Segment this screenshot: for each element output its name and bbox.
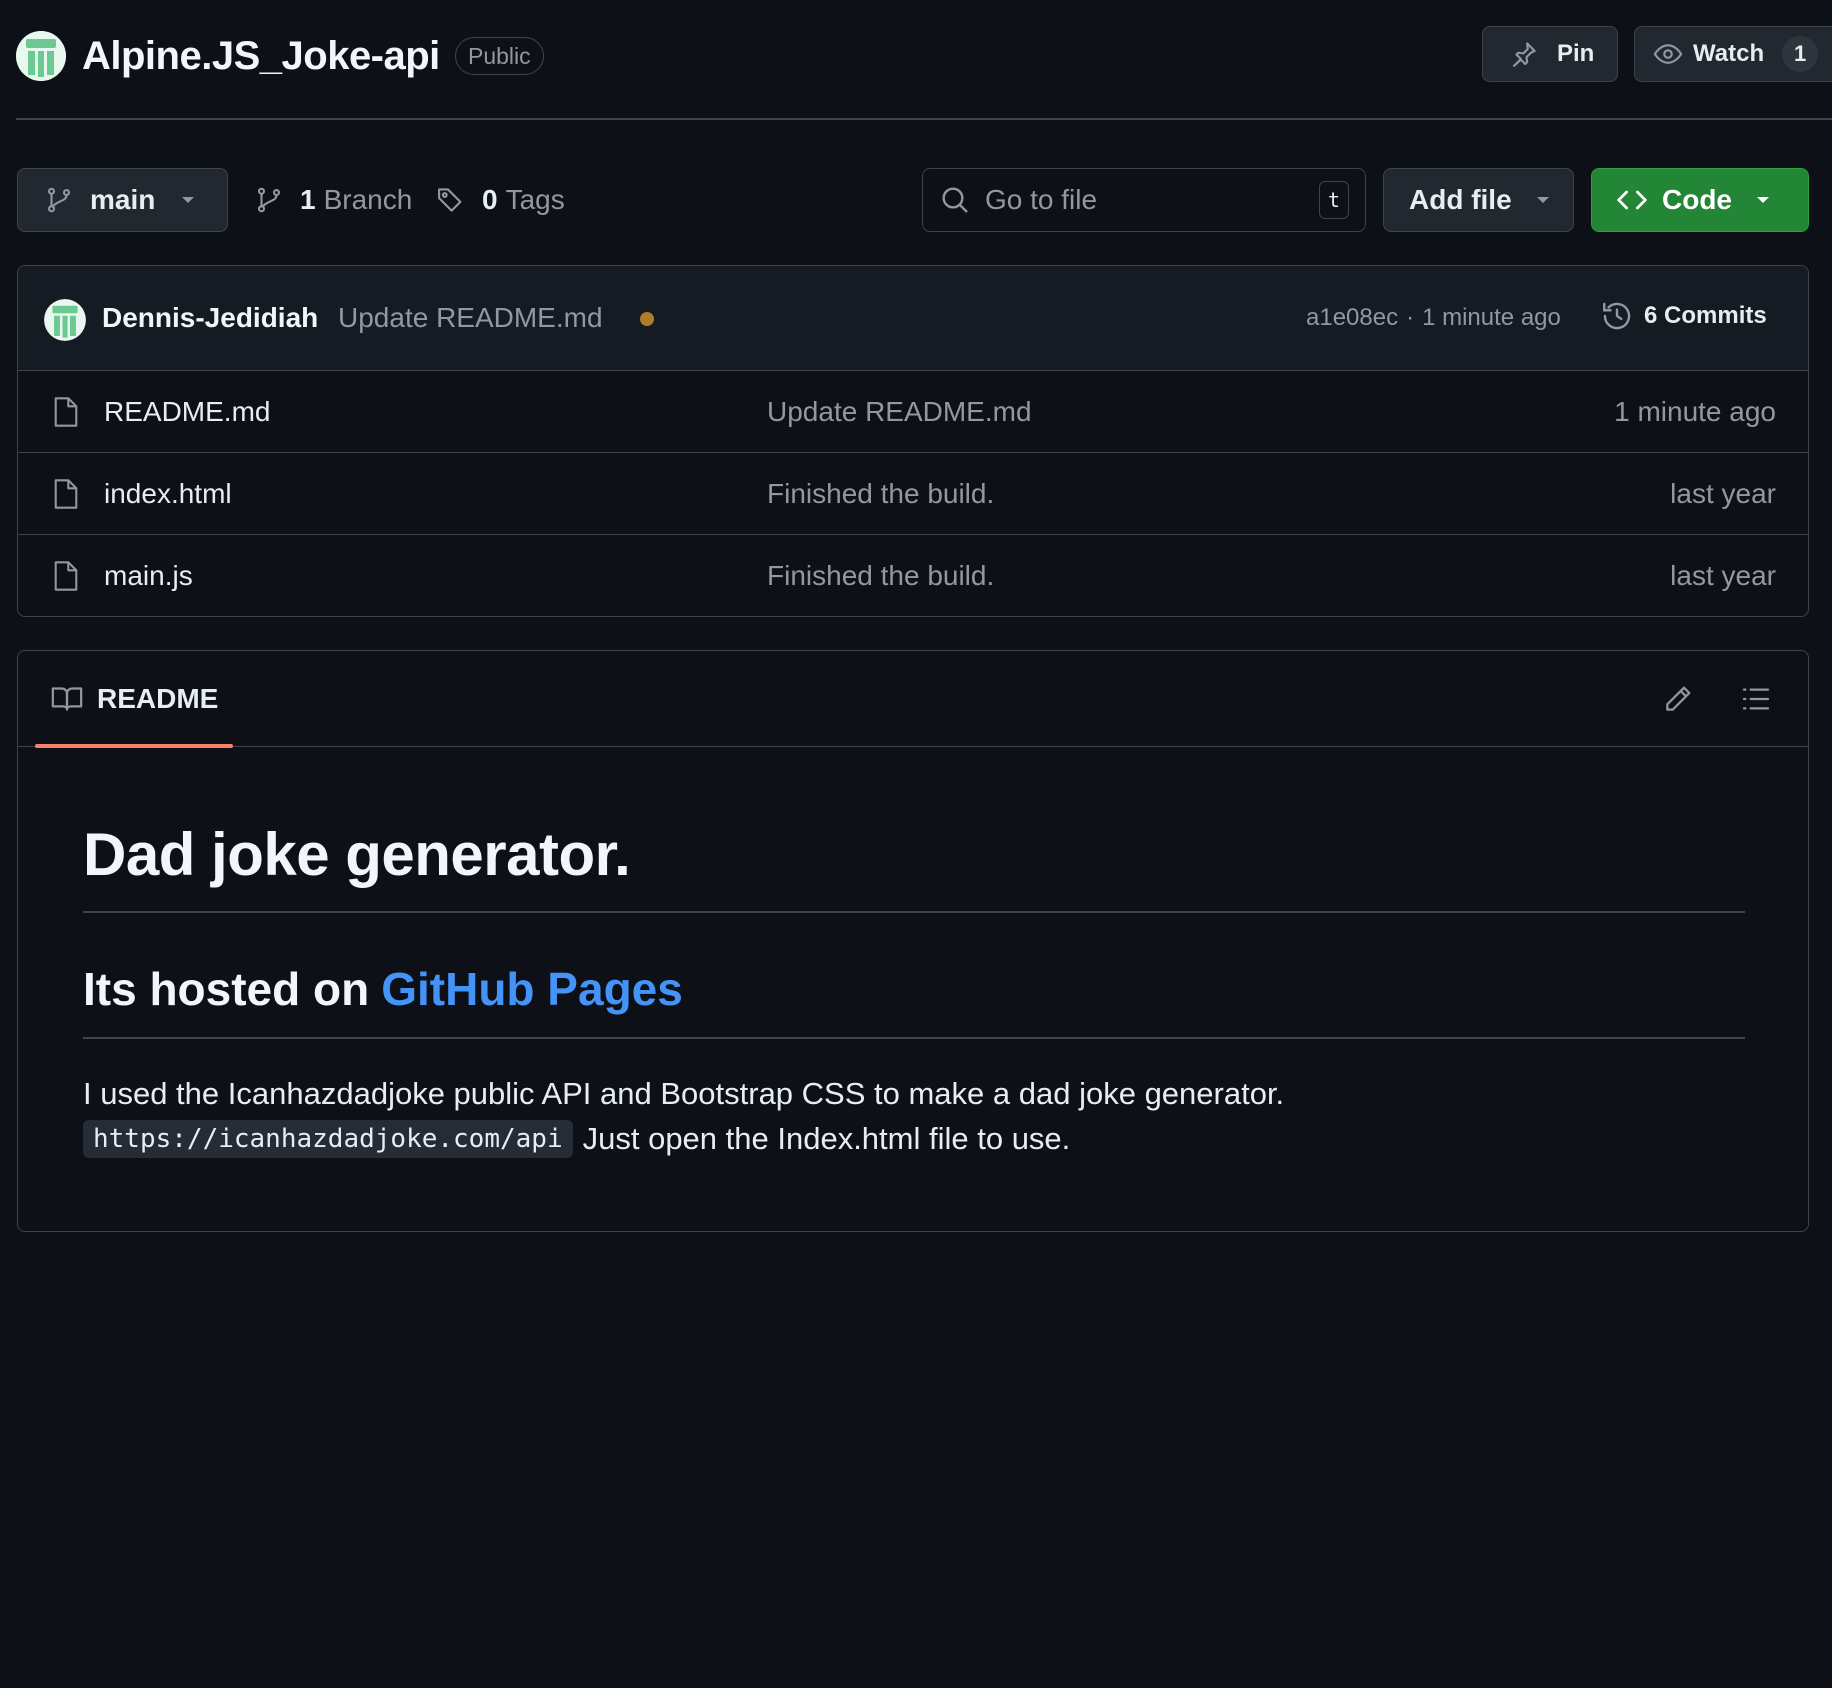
tag-icon	[436, 185, 466, 215]
readme-tab-label: README	[97, 683, 219, 714]
file-commit-time: 1 minute ago	[1614, 396, 1776, 427]
h1-divider	[83, 911, 1745, 913]
file-row[interactable]: README.md Update README.md 1 minute ago	[18, 371, 1808, 453]
github-pages-link[interactable]: GitHub Pages	[381, 961, 683, 1017]
visibility-badge: Public	[455, 37, 544, 75]
branch-word: Branch	[323, 184, 413, 215]
file-commit-time: last year	[1670, 560, 1776, 591]
readme-h1: Dad joke generator.	[83, 821, 631, 888]
history-icon	[1600, 299, 1634, 333]
watch-count: 1	[1782, 36, 1819, 72]
pin-button[interactable]: Pin	[1482, 26, 1618, 82]
git-branch-icon	[254, 185, 284, 215]
branches-link[interactable]: 1 Branch	[254, 182, 412, 218]
readme-paragraph-line2: https://icanhazdadjoke.com/api Just open…	[83, 1120, 1070, 1158]
code-icon	[1616, 184, 1648, 216]
commit-author[interactable]: Dennis-Jedidiah	[102, 302, 318, 334]
file-icon	[52, 478, 80, 510]
search-input[interactable]: Go to file	[985, 184, 1319, 216]
file-icon	[52, 560, 80, 592]
file-name[interactable]: main.js	[104, 560, 193, 592]
latest-commit-bar: Dennis-Jedidiah Update README.md a1e08ec…	[18, 266, 1808, 371]
outline-list-icon[interactable]	[1740, 683, 1772, 715]
commit-hash[interactable]: a1e08ec	[1306, 304, 1398, 332]
file-search[interactable]: Go to file t	[922, 168, 1366, 232]
commit-meta-separator: ·	[1406, 304, 1415, 331]
readme-header: README	[18, 651, 1808, 748]
commit-time: 1 minute ago	[1422, 304, 1561, 331]
readme-body: Dad joke generator. Its hosted on GitHub…	[83, 747, 1745, 1227]
branch-name: main	[90, 184, 156, 215]
watch-label: Watch	[1693, 40, 1765, 67]
book-icon	[51, 685, 83, 713]
readme-paragraph-line1: I used the Icanhazdadjoke public API and…	[83, 1076, 1285, 1111]
commit-status-dot[interactable]	[640, 312, 654, 326]
watch-button[interactable]: Watch 1	[1634, 26, 1832, 82]
tags-link[interactable]: 0 Tags	[436, 182, 565, 218]
git-branch-icon	[44, 185, 74, 215]
pin-icon	[1509, 39, 1539, 69]
file-table: Dennis-Jedidiah Update README.md a1e08ec…	[17, 265, 1809, 617]
file-commit-time: last year	[1670, 478, 1776, 509]
branch-count: 1	[300, 184, 316, 215]
file-commit-message[interactable]: Finished the build.	[767, 478, 994, 510]
search-shortcut-key: t	[1319, 181, 1349, 219]
file-commit-message[interactable]: Update README.md	[767, 396, 1032, 428]
search-icon	[939, 184, 971, 216]
chevron-down-icon	[1534, 194, 1552, 206]
commits-label: 6 Commits	[1644, 302, 1767, 329]
readme-h2-text: Its hosted on	[83, 963, 370, 1015]
author-avatar[interactable]	[44, 299, 86, 341]
h2-divider	[83, 1037, 1745, 1039]
code-button[interactable]: Code	[1591, 168, 1809, 232]
file-name[interactable]: index.html	[104, 478, 232, 510]
commit-message[interactable]: Update README.md	[338, 302, 603, 334]
branch-selector[interactable]: main	[17, 168, 228, 232]
file-row[interactable]: index.html Finished the build. last year	[18, 453, 1808, 535]
repo-header: Alpine.JS_Joke-api Public Pin Watch 1	[0, 0, 1832, 120]
commit-meta: a1e08ec · 1 minute ago	[1306, 304, 1561, 332]
file-name[interactable]: README.md	[104, 396, 270, 428]
readme-tab[interactable]: README	[35, 651, 233, 748]
header-divider	[16, 118, 1832, 120]
readme-paragraph-tail: Just open the Index.html file to use.	[582, 1121, 1071, 1156]
repo-name[interactable]: Alpine.JS_Joke-api	[82, 32, 440, 80]
file-commit-message[interactable]: Finished the build.	[767, 560, 994, 592]
chevron-down-icon	[179, 194, 197, 206]
add-file-button[interactable]: Add file	[1383, 168, 1574, 232]
api-url-code: https://icanhazdadjoke.com/api	[83, 1120, 573, 1158]
owner-avatar[interactable]	[16, 31, 66, 81]
tag-word: Tags	[505, 184, 565, 215]
readme-h2: Its hosted on GitHub Pages	[83, 961, 683, 1017]
readme-panel: README Dad joke generator. Its hosted on…	[17, 650, 1809, 1232]
code-label: Code	[1662, 184, 1732, 215]
eye-icon	[1653, 39, 1683, 69]
pin-label: Pin	[1557, 40, 1595, 67]
chevron-down-icon	[1754, 194, 1772, 206]
add-file-label: Add file	[1409, 184, 1512, 215]
file-row[interactable]: main.js Finished the build. last year	[18, 535, 1808, 616]
pencil-icon[interactable]	[1662, 683, 1694, 715]
commits-link[interactable]: 6 Commits	[1600, 299, 1767, 333]
tag-count: 0	[482, 184, 498, 215]
file-icon	[52, 396, 80, 428]
